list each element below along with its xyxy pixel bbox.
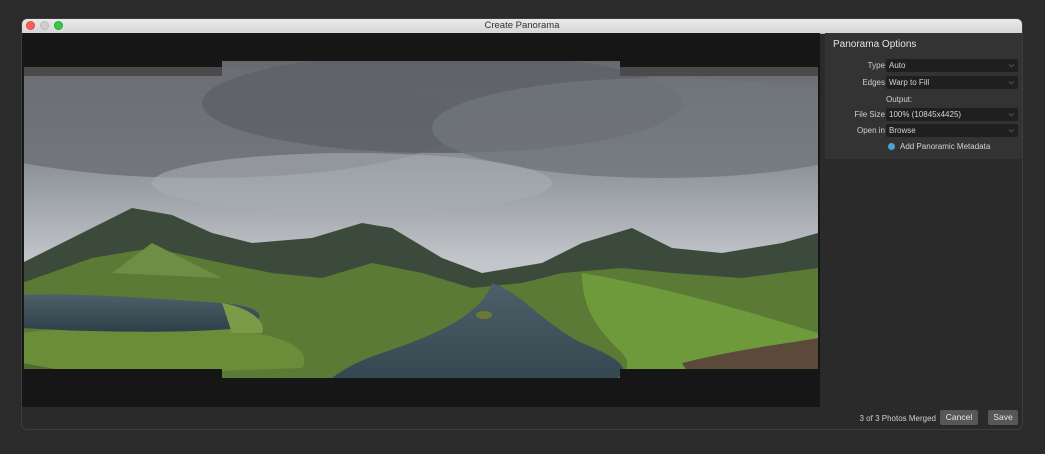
panorama-photo-left (24, 76, 224, 369)
panorama-photo-center (222, 61, 620, 378)
edges-row: Edges Warp to Fill ⌵ (825, 76, 1022, 90)
edges-value: Warp to Fill (889, 78, 930, 87)
merge-status: 3 of 3 Photos Merged (859, 414, 937, 423)
panorama-options-panel: Panorama Options Type Auto ⌵ Edges Warp … (825, 33, 1022, 159)
metadata-radio[interactable] (888, 143, 895, 150)
openin-label: Open in (856, 126, 885, 135)
output-label: Output: (886, 95, 913, 104)
openin-row: Open in Browse ⌵ (825, 124, 1022, 138)
chevron-down-icon: ⌵ (1008, 127, 1014, 134)
type-value: Auto (889, 61, 906, 70)
chevron-down-icon: ⌵ (1008, 79, 1014, 86)
edges-label: Edges (862, 78, 885, 87)
metadata-label: Add Panoramic Metadata (900, 142, 991, 151)
filesize-value: 100% (10845x4425) (889, 110, 962, 119)
chevron-down-icon: ⌵ (1008, 111, 1014, 118)
metadata-row[interactable]: Add Panoramic Metadata (825, 140, 1022, 154)
type-select[interactable]: Auto ⌵ (886, 59, 1018, 72)
openin-select[interactable]: Browse ⌵ (886, 124, 1018, 137)
window-title: Create Panorama (484, 20, 560, 31)
panel-title: Panorama Options (833, 39, 917, 50)
type-row: Type Auto ⌵ (825, 59, 1022, 73)
title-bar: Create Panorama (22, 19, 1022, 34)
filesize-label: File Size (854, 110, 885, 119)
openin-value: Browse (889, 126, 916, 135)
edges-select[interactable]: Warp to Fill ⌵ (886, 76, 1018, 89)
output-row: Output: (825, 93, 1022, 107)
filesize-select[interactable]: 100% (10845x4425) ⌵ (886, 108, 1018, 121)
panorama-preview (22, 33, 820, 407)
chevron-down-icon: ⌵ (1008, 62, 1014, 69)
panorama-photo-right (618, 76, 818, 369)
panorama-window: Create Panorama Panorama Options Type Au… (21, 18, 1023, 430)
type-label: Type (867, 61, 885, 70)
save-button[interactable]: Save (988, 410, 1018, 425)
cancel-button[interactable]: Cancel (940, 410, 978, 425)
filesize-row: File Size 100% (10845x4425) ⌵ (825, 108, 1022, 122)
